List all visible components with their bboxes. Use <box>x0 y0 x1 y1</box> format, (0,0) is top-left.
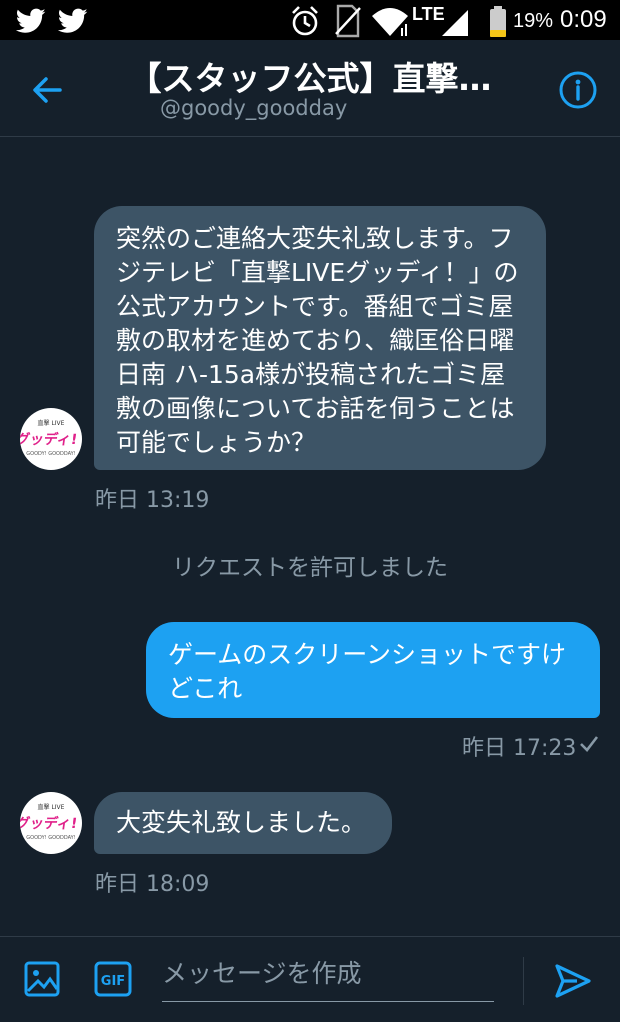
message-composer: GIF メッセージを作成 <box>0 936 620 1022</box>
avatar-logo-text: グッディ! <box>20 815 78 832</box>
message-line: 公式アカウントです。番組でゴミ屋 <box>116 292 514 321</box>
cell-signal-icon <box>442 10 468 36</box>
status-bar: LTE 19% 0:09 <box>0 0 620 40</box>
twitter-bird-icon <box>58 8 88 33</box>
sent-check-icon <box>580 736 599 752</box>
incoming-message-bubble[interactable]: 突然のご連絡大変失礼致します。フ ジテレビ「直撃LIVEグッディ！」の 公式アカ… <box>94 206 546 470</box>
avatar-top-text: 直撃 LIVE <box>38 803 65 811</box>
avatar-top-text: 直撃 LIVE <box>38 419 65 427</box>
twitter-bird-icon <box>16 8 46 33</box>
composer-divider <box>523 957 524 1005</box>
message-line: ジテレビ「直撃LIVEグッディ！」の <box>116 258 519 287</box>
wifi-icon <box>372 8 408 36</box>
message-line: 大変失礼致しました。 <box>116 808 367 837</box>
avatar-logo-text: グッディ! <box>20 431 78 448</box>
request-accepted-notice: リクエストを許可しました <box>172 555 448 581</box>
message-line: 日南 ハ-15a様が投稿されたゴミ屋 <box>116 360 506 389</box>
message-line: 可能でしょうか？ <box>116 428 317 457</box>
message-line: ゲームのスクリーンショットですけ <box>168 640 567 669</box>
conversation-header: 【スタッフ公式】直撃… @goody_goodday <box>0 40 620 137</box>
avatar[interactable]: 直撃 LIVE グッディ! GOODY! GOODDAY! <box>20 408 82 470</box>
avatar-bottom-text: GOODY! GOODDAY! <box>26 451 75 457</box>
battery-percent: 19% <box>513 10 554 32</box>
gif-icon[interactable]: GIF <box>94 961 132 997</box>
image-icon[interactable] <box>24 961 60 997</box>
battery-icon <box>490 6 506 37</box>
message-timestamp: 昨日 13:19 <box>95 488 210 513</box>
alarm-icon <box>292 6 318 36</box>
message-line: 敷の取材を進めており、織匡俗日曜 <box>116 326 515 355</box>
incoming-message-bubble[interactable]: 大変失礼致しました。 <box>94 792 392 854</box>
message-line: どこれ <box>168 674 243 703</box>
goody-logo-icon: 直撃 LIVE グッディ! GOODY! GOODDAY! <box>20 803 78 841</box>
outgoing-message-bubble[interactable]: ゲームのスクリーンショットですけ どこれ <box>146 622 600 718</box>
gif-label: GIF <box>101 974 125 989</box>
message-timestamp: 昨日 18:09 <box>95 872 210 897</box>
message-timestamp: 昨日 17:23 <box>462 736 577 761</box>
send-icon[interactable] <box>553 961 593 1001</box>
message-line: 敷の画像についてお話を伺うことは <box>116 394 515 423</box>
avatar-bottom-text: GOODY! GOODDAY! <box>26 835 75 841</box>
no-sim-icon <box>335 4 361 38</box>
avatar[interactable]: 直撃 LIVE グッディ! GOODY! GOODDAY! <box>20 792 82 854</box>
back-arrow-icon[interactable] <box>26 68 70 112</box>
goody-logo-icon: 直撃 LIVE グッディ! GOODY! GOODDAY! <box>20 419 78 457</box>
conversation-title: 【スタッフ公式】直撃… <box>128 59 492 98</box>
conversation-handle: @goody_goodday <box>160 96 348 120</box>
info-icon[interactable] <box>556 68 600 112</box>
message-line: 突然のご連絡大変失礼致します。フ <box>116 224 514 253</box>
message-input[interactable]: メッセージを作成 <box>162 949 494 1002</box>
clock-time: 0:09 <box>560 6 607 33</box>
